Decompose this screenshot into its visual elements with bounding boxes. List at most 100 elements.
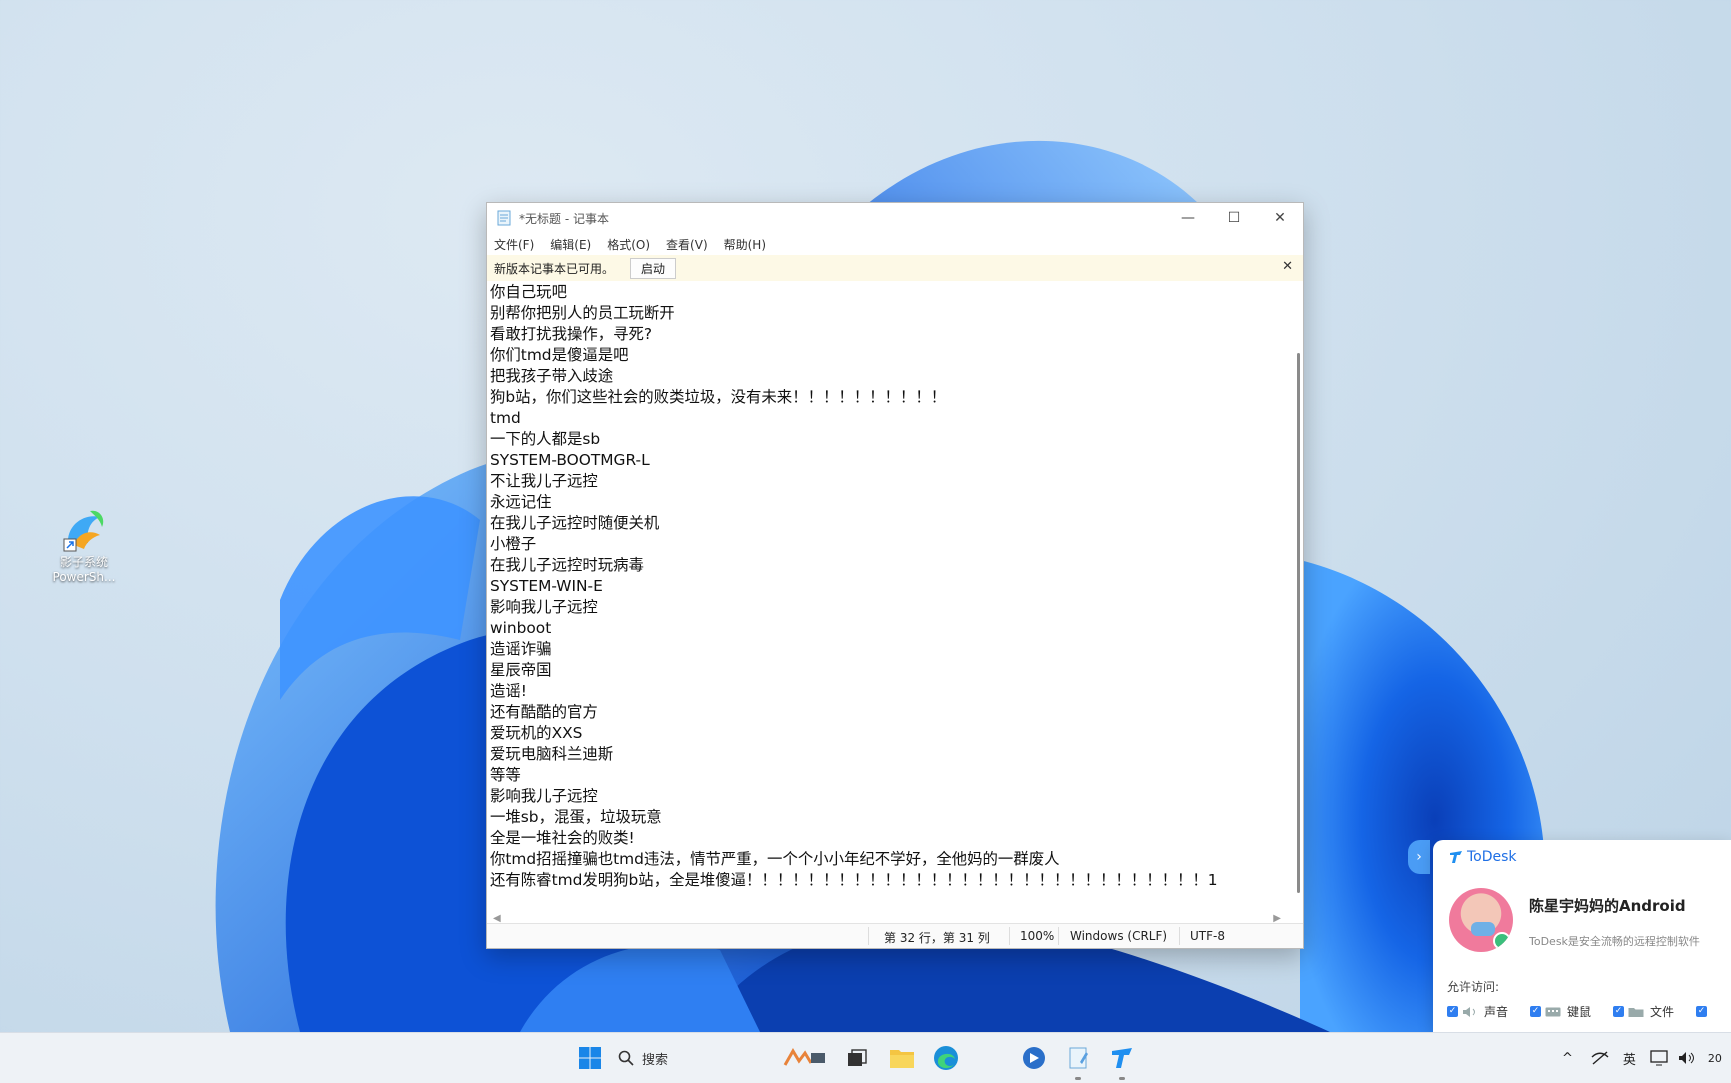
notepad-window[interactable]: *无标题 - 记事本 — ☐ ✕ 文件(F) 编辑(E) 格式(O) 查看(V)… bbox=[486, 202, 1304, 949]
editor-line: 你自己玩吧 bbox=[490, 283, 567, 301]
system-tray: ^ 英 20 bbox=[1562, 1033, 1722, 1083]
permission-file[interactable]: ✓ 文件 bbox=[1613, 1003, 1674, 1020]
window-title: *无标题 - 记事本 bbox=[519, 211, 609, 226]
launch-button[interactable]: 启动 bbox=[630, 257, 677, 279]
running-indicator bbox=[1075, 1077, 1081, 1080]
editor-line: 小橙子 bbox=[490, 535, 537, 553]
permission-more[interactable]: ✓ bbox=[1696, 1003, 1711, 1020]
taskbar-app-blue[interactable] bbox=[1016, 1033, 1052, 1083]
notepad-icon bbox=[497, 210, 511, 226]
display-icon[interactable] bbox=[1650, 1050, 1668, 1066]
folder-icon bbox=[1628, 1007, 1644, 1017]
app-circle-icon bbox=[1023, 1047, 1045, 1069]
vertical-scrollbar[interactable] bbox=[1297, 353, 1300, 893]
editor-line: tmd bbox=[490, 409, 521, 427]
editor-line: 还有陈睿tmd发明狗b站，全是堆傻逼！！！！！！！！！！！！！！！！！！！！！！… bbox=[490, 871, 1218, 889]
editor-line: 你tmd招摇撞骗也tmd违法，情节严重，一个个小小年纪不学好，全他妈的一群废人 bbox=[490, 850, 1060, 868]
checkbox-checked-icon[interactable]: ✓ bbox=[1447, 1006, 1458, 1017]
todesk-brand: ToDesk bbox=[1449, 849, 1517, 865]
editor-line: 爱玩机的XXS bbox=[490, 724, 583, 742]
menu-help[interactable]: 帮助(H) bbox=[723, 235, 767, 254]
volume-icon[interactable] bbox=[1678, 1051, 1696, 1065]
task-view-button[interactable] bbox=[840, 1033, 874, 1083]
minimize-button[interactable]: — bbox=[1165, 203, 1211, 233]
desktop: 影子系统 PowerSh... *无标题 - 记事本 — ☐ ✕ 文件(F) 编… bbox=[0, 0, 1731, 1032]
todesk-collapse-button[interactable]: › bbox=[1408, 840, 1430, 874]
search-placeholder: 搜索 bbox=[642, 1052, 669, 1068]
editor-line: 把我孩子带入歧途 bbox=[490, 367, 614, 385]
update-notice-text: 新版本记事本已可用。 bbox=[494, 261, 615, 276]
shadow-system-icon bbox=[60, 505, 108, 553]
taskbar: 搜索 ^ 英 20 bbox=[0, 1032, 1731, 1083]
permissions-label: 允许访问: bbox=[1447, 980, 1500, 994]
clock-partial[interactable]: 20 bbox=[1708, 1052, 1722, 1065]
editor-line: 在我儿子远控时玩病毒 bbox=[490, 556, 644, 574]
notice-close-icon[interactable]: ✕ bbox=[1282, 259, 1293, 274]
text-editor[interactable]: 你自己玩吧别帮你把别人的员工玩断开 看敢打扰我操作，寻死? 你们tmd是傻逼是吧 把我… bbox=[487, 282, 1291, 911]
editor-line: winboot bbox=[490, 619, 552, 637]
line-ending: Windows (CRLF) bbox=[1070, 929, 1168, 943]
keyboard-icon bbox=[1545, 1007, 1561, 1016]
title-bar[interactable]: *无标题 - 记事本 — ☐ ✕ bbox=[487, 203, 1303, 233]
permission-sound[interactable]: ✓ 声音 bbox=[1447, 1003, 1508, 1020]
menu-edit[interactable]: 编辑(E) bbox=[549, 235, 592, 254]
windows-logo-icon bbox=[579, 1047, 601, 1069]
encoding: UTF-8 bbox=[1190, 929, 1225, 943]
checkbox-checked-icon[interactable]: ✓ bbox=[1696, 1006, 1708, 1017]
ime-indicator[interactable]: 英 bbox=[1623, 1049, 1636, 1068]
running-indicator bbox=[1119, 1077, 1125, 1080]
taskbar-notepad[interactable] bbox=[1060, 1033, 1096, 1083]
task-view-icon bbox=[848, 1049, 867, 1066]
editor-line: 你们tmd是傻逼是吧 bbox=[490, 346, 629, 364]
edge-button[interactable] bbox=[928, 1033, 964, 1083]
cursor-position: 第 32 行，第 31 列 bbox=[884, 931, 990, 945]
maximize-icon: ☐ bbox=[1227, 210, 1241, 226]
editor-line: 永远记住 bbox=[490, 493, 552, 511]
start-button[interactable] bbox=[572, 1033, 608, 1083]
network-disconnected-icon[interactable] bbox=[1591, 1051, 1609, 1065]
editor-line: 狗b站，你们这些社会的败类垃圾，没有未来！！！！！！！！！！ bbox=[490, 388, 947, 406]
editor-line: 影响我儿子远控 bbox=[490, 598, 598, 616]
close-icon: ✕ bbox=[1274, 210, 1286, 226]
taskbar-todesk[interactable] bbox=[1104, 1033, 1140, 1083]
taskbar-widget-app[interactable] bbox=[780, 1033, 830, 1083]
menu-file[interactable]: 文件(F) bbox=[493, 235, 535, 254]
editor-line: 造谣诈骗 bbox=[490, 640, 552, 658]
editor-line: 星辰帝国 bbox=[490, 661, 552, 679]
editor-lines: 你自己玩吧别帮你把别人的员工玩断开 看敢打扰我操作，寻死? 你们tmd是傻逼是吧 把我… bbox=[487, 282, 1291, 891]
close-button[interactable]: ✕ bbox=[1257, 203, 1303, 233]
editor-line: 全是一堆社会的败类! bbox=[490, 829, 635, 847]
editor-line: 看敢打扰我操作，寻死? bbox=[490, 325, 653, 343]
tray-overflow-chevron-icon[interactable]: ^ bbox=[1562, 1051, 1573, 1066]
chevron-right-icon: › bbox=[1416, 849, 1422, 865]
checkbox-checked-icon[interactable]: ✓ bbox=[1530, 1006, 1542, 1017]
taskbar-search[interactable]: 搜索 bbox=[618, 1043, 788, 1073]
speaker-icon bbox=[1463, 1006, 1475, 1017]
zoom-level: 100% bbox=[1020, 929, 1055, 943]
file-explorer-button[interactable] bbox=[884, 1033, 920, 1083]
status-bar: 第 32 行，第 31 列 100% Windows (CRLF) UTF-8 bbox=[487, 923, 1303, 948]
widget-app-icon bbox=[783, 1048, 825, 1066]
todesk-logo-icon bbox=[1450, 851, 1462, 863]
desktop-shortcut-shadow-system[interactable]: 影子系统 PowerSh... bbox=[48, 505, 120, 585]
editor-line: 还有酷酷的官方 bbox=[490, 703, 598, 721]
menu-bar: 文件(F) 编辑(E) 格式(O) 查看(V) 帮助(H) bbox=[487, 233, 1303, 255]
device-name: 陈星宇妈妈的Android bbox=[1529, 897, 1686, 915]
editor-line: 爱玩电脑科兰迪斯 bbox=[490, 745, 614, 763]
checkbox-checked-icon[interactable]: ✓ bbox=[1613, 1006, 1625, 1017]
avatar bbox=[1449, 888, 1513, 952]
folder-icon bbox=[890, 1050, 914, 1068]
permissions-list: ✓ 声音 ✓ 键鼠 ✓ 文件 ✓ bbox=[1447, 1003, 1731, 1020]
editor-line: 别帮你把别人的员工玩断开 bbox=[490, 304, 675, 322]
maximize-button[interactable]: ☐ bbox=[1211, 203, 1257, 233]
menu-view[interactable]: 查看(V) bbox=[665, 235, 709, 254]
editor-line: 等等 bbox=[490, 766, 521, 784]
notepad-icon bbox=[1069, 1047, 1088, 1069]
menu-format[interactable]: 格式(O) bbox=[606, 235, 651, 254]
permission-keyboard-mouse[interactable]: ✓ 键鼠 bbox=[1530, 1003, 1591, 1020]
editor-line: 影响我儿子远控 bbox=[490, 787, 598, 805]
editor-line: 在我儿子远控时随便关机 bbox=[490, 514, 660, 532]
minimize-icon: — bbox=[1181, 210, 1195, 226]
todesk-panel: ToDesk 陈星宇妈妈的Android ToDesk是安全流畅的远程控制软件 … bbox=[1433, 840, 1731, 1032]
editor-line: 造谣! bbox=[490, 682, 527, 700]
